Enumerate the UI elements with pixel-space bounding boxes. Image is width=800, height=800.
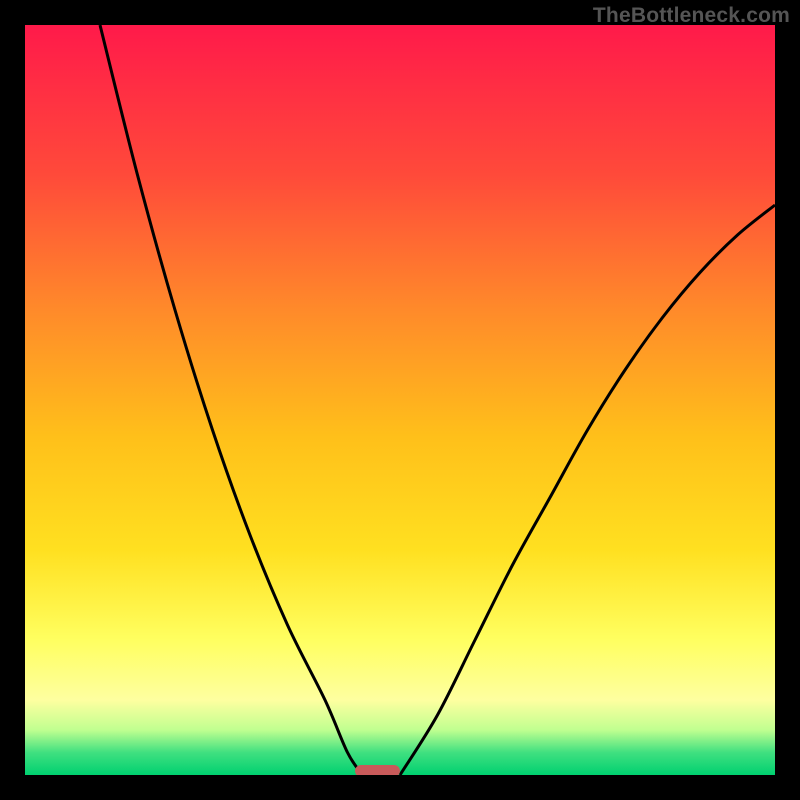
- minimum-marker: [355, 765, 400, 775]
- chart-plot-area: [25, 25, 775, 775]
- right-curve: [400, 205, 775, 775]
- chart-svg: [25, 25, 775, 775]
- attribution-watermark: TheBottleneck.com: [593, 4, 790, 28]
- left-curve: [100, 25, 363, 775]
